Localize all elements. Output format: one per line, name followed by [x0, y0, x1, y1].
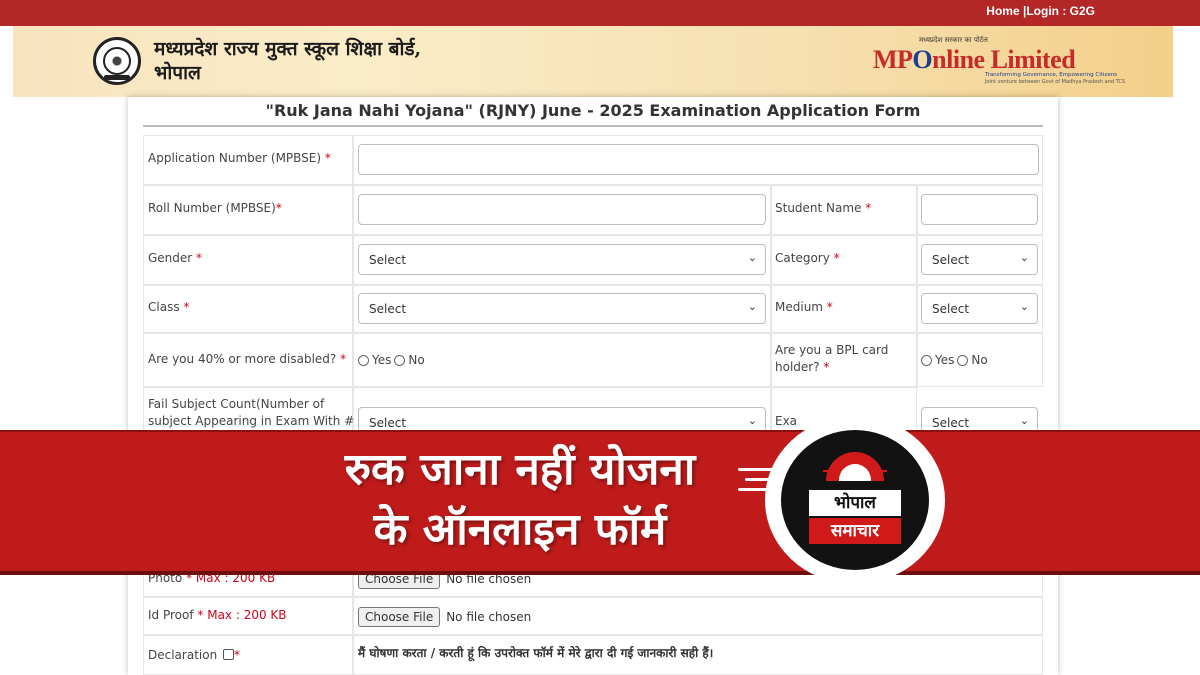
board-name: मध्यप्रदेश राज्य मुक्त स्कूल शिक्षा बोर्…	[154, 38, 422, 84]
gender-select[interactable]: Select ⌄	[358, 244, 766, 275]
board-seal-icon	[93, 37, 141, 85]
top-bar: Home |Login : G2G	[0, 0, 1200, 26]
id-proof-file-input[interactable]: Choose File No file chosen	[358, 607, 531, 627]
top-links[interactable]: Home |Login : G2G	[986, 4, 1095, 18]
chevron-down-icon: ⌄	[1019, 300, 1029, 313]
chevron-down-icon: ⌄	[1019, 414, 1029, 427]
brand-word-1: भोपाल	[809, 490, 901, 516]
header-banner: मध्यप्रदेश राज्य मुक्त स्कूल शिक्षा बोर्…	[13, 26, 1173, 97]
bpl-yes-radio[interactable]	[921, 354, 932, 366]
roll-number-label: Roll Number (MPBSE)*	[148, 201, 282, 215]
id-proof-choose-file-button[interactable]: Choose File	[358, 607, 441, 627]
declaration-checkbox[interactable]	[223, 649, 234, 660]
chevron-down-icon: ⌄	[747, 300, 757, 313]
id-proof-label: Id Proof * Max : 200 KB	[148, 608, 287, 622]
chevron-down-icon: ⌄	[747, 251, 757, 264]
application-form: "Ruk Jana Nahi Yojana" (RJNY) June - 202…	[128, 97, 1058, 675]
declaration-text: मैं घोषणा करता / करती हूं कि उपरोक्त फॉर…	[358, 646, 714, 660]
class-select[interactable]: Select ⌄	[358, 293, 766, 324]
exam-label: Exa	[775, 414, 798, 428]
category-select[interactable]: Select ⌄	[921, 244, 1038, 275]
disabled-yes-radio[interactable]	[358, 354, 369, 366]
disabled-no-radio[interactable]	[394, 354, 406, 366]
chevron-down-icon: ⌄	[747, 414, 757, 427]
chevron-down-icon: ⌄	[1019, 251, 1029, 264]
roll-number-input[interactable]	[358, 194, 766, 225]
bpl-radio-group: Yes No	[921, 353, 988, 367]
news-headline-banner: रुक जाना नहीं योजना के ऑनलाइन फॉर्म	[0, 430, 1200, 575]
application-number-label: Application Number (MPBSE) *	[148, 151, 331, 165]
fail-subject-count-label: Fail Subject Count(Number of subject Appe…	[148, 397, 355, 428]
headline: रुक जाना नहीं योजना के ऑनलाइन फॉर्म	[344, 444, 696, 555]
bhopal-samachar-logo[interactable]: भोपाल समाचार	[765, 416, 945, 584]
medium-select[interactable]: Select ⌄	[921, 293, 1038, 324]
student-name-label: Student Name *	[775, 201, 872, 215]
bpl-label: Are you a BPL card holder? *	[775, 343, 889, 374]
class-label: Class *	[148, 300, 190, 314]
disabled-label: Are you 40% or more disabled? *	[148, 352, 347, 366]
declaration-label: Declaration *	[148, 648, 240, 662]
title-divider	[143, 125, 1043, 127]
medium-label: Medium *	[775, 300, 833, 314]
mponline-logo[interactable]: मध्यप्रदेश सरकार का पोर्टल MPOnline Limi…	[873, 36, 1125, 86]
form-title: "Ruk Jana Nahi Yojana" (RJNY) June - 202…	[265, 101, 921, 120]
gender-label: Gender *	[148, 251, 203, 265]
brand-word-2: समाचार	[809, 518, 901, 544]
category-label: Category *	[775, 251, 840, 265]
bpl-no-radio[interactable]	[957, 354, 969, 366]
disabled-radio-group: Yes No	[358, 353, 425, 367]
student-name-input[interactable]	[921, 194, 1038, 225]
application-number-input[interactable]	[358, 144, 1039, 175]
